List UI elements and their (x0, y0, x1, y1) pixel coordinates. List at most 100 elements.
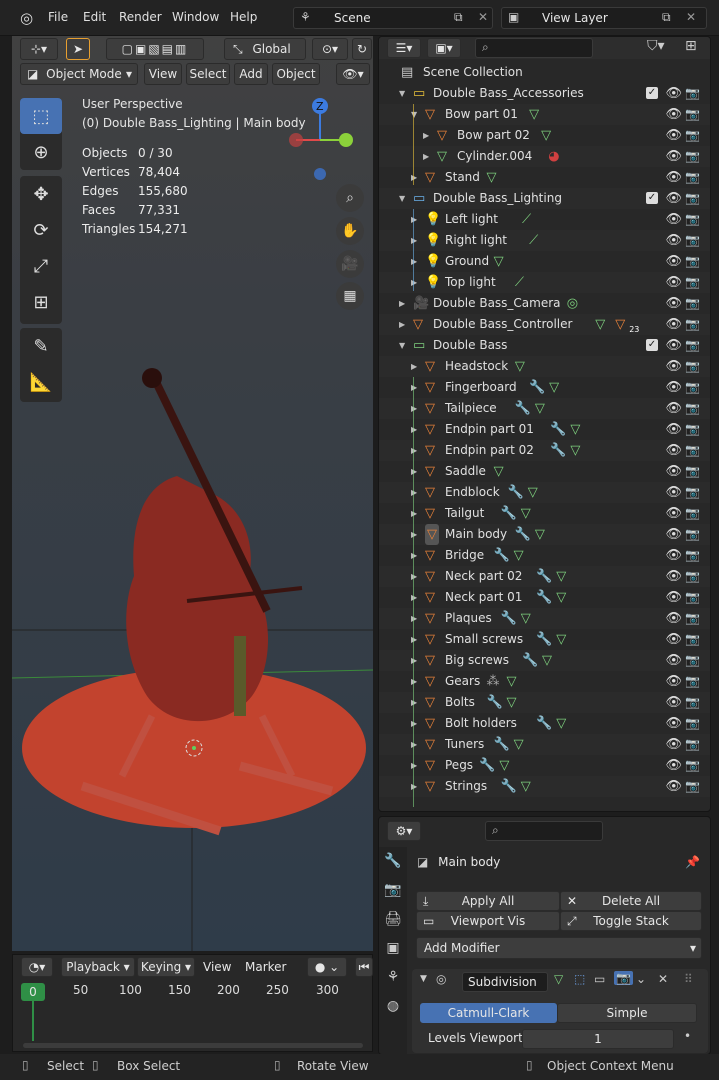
exclude-checkbox[interactable]: ✓ (646, 192, 658, 204)
visibility-dropdown[interactable]: 👁▾ (336, 63, 370, 85)
outliner-object-row[interactable]: ▶ ▽ Endpin part 01 🔧 ▽ 👁 📷 (379, 419, 710, 440)
modifier-wrench-icon[interactable]: 🔧 (536, 629, 552, 650)
select-tool-button[interactable]: ➤ (66, 38, 90, 60)
menu-window[interactable]: Window (172, 10, 219, 24)
render-camera-icon[interactable]: 📷 (685, 755, 700, 776)
outliner-object-row[interactable]: ▶ ▽ Fingerboard 🔧 ▽ 👁 📷 (379, 377, 710, 398)
collapse-arrow-icon[interactable]: ▶ (411, 776, 417, 797)
render-camera-icon[interactable]: 📷 (685, 524, 700, 545)
outliner-object-row[interactable]: ▶ ▽ Pegs 🔧 ▽ 👁 📷 (379, 755, 710, 776)
eye-icon[interactable]: 👁 (665, 125, 682, 146)
mesh-data-icon[interactable]: ⟋ (515, 272, 524, 293)
menu-render[interactable]: Render (119, 10, 162, 24)
view-layer-selector[interactable]: ▣ View Layer ⧉ ✕ (501, 7, 707, 29)
modifier-wrench-icon[interactable]: 🔧 (529, 377, 545, 398)
remove-modifier-icon[interactable]: ✕ (658, 972, 668, 986)
modifier-wrench-icon[interactable]: 🔧 (501, 776, 517, 797)
outliner-object-row[interactable]: ▶ ▽ Tailgut 🔧 ▽ 👁 📷 (379, 503, 710, 524)
render-toggle-icon[interactable]: 📷 (614, 971, 633, 985)
levels-viewport-field[interactable]: 1 (522, 1029, 674, 1049)
mesh-data-icon[interactable]: ▽ (556, 629, 566, 650)
close-icon[interactable]: ✕ (478, 10, 488, 24)
transform-orientation-dropdown[interactable]: ⤡ Global (224, 38, 306, 60)
render-camera-icon[interactable]: 📷 (685, 482, 700, 503)
render-camera-icon[interactable]: 📷 (685, 629, 700, 650)
eye-icon[interactable]: 👁 (665, 209, 682, 230)
render-camera-icon[interactable]: 📷 (685, 356, 700, 377)
collapse-arrow-icon[interactable]: ▶ (399, 293, 405, 314)
outliner-object-row[interactable]: ▶ ▽ Strings 🔧 ▽ 👁 📷 (379, 776, 710, 797)
menu-edit[interactable]: Edit (83, 10, 106, 24)
mesh-data-icon[interactable]: ▽ (556, 713, 566, 734)
zoom-icon[interactable]: ⌕ (336, 184, 364, 212)
mesh-data-icon[interactable]: ▽ (529, 104, 539, 125)
mesh-data-icon[interactable]: ▽ (487, 167, 497, 188)
eye-icon[interactable]: 👁 (665, 104, 682, 125)
outliner-object-row[interactable]: ▶ ▽ Endblock 🔧 ▽ 👁 📷 (379, 482, 710, 503)
outliner-object-row[interactable]: ▶ ▽ Gears ⁂ ▽ 👁 📷 (379, 671, 710, 692)
mesh-data-icon[interactable]: ▽ (507, 671, 517, 692)
eye-icon[interactable]: 👁 (665, 671, 682, 692)
grid-ortho-icon[interactable]: ▦ (336, 282, 364, 310)
render-camera-icon[interactable]: 📷 (685, 692, 700, 713)
modifier-wrench-icon[interactable]: 🔧 (494, 734, 510, 755)
exclude-checkbox[interactable]: ✓ (646, 87, 658, 99)
select-box-tool-icon[interactable]: ⬚ (20, 98, 62, 134)
add-modifier-dropdown[interactable]: Add Modifier ▾ (416, 937, 702, 959)
expand-arrow-icon[interactable]: ▼ (399, 188, 405, 209)
eye-icon[interactable]: 👁 (665, 440, 682, 461)
modifier-wrench-icon[interactable]: 🔧 (487, 692, 503, 713)
expand-arrow-icon[interactable]: ▼ (399, 335, 405, 356)
collapse-arrow-icon[interactable]: ▶ (411, 419, 417, 440)
eye-icon[interactable]: 👁 (665, 650, 682, 671)
eye-icon[interactable]: 👁 (665, 776, 682, 797)
view-layer-tab-icon[interactable]: ▣ (379, 934, 407, 963)
outliner-object-row[interactable]: ▶ ▽ Endpin part 02 🔧 ▽ 👁 📷 (379, 440, 710, 461)
eye-icon[interactable]: 👁 (665, 167, 682, 188)
menu-marker[interactable]: Marker (245, 960, 286, 974)
timeline-editor-type-button[interactable]: ◔▾ (21, 957, 53, 977)
render-camera-icon[interactable]: 📷 (685, 713, 700, 734)
render-camera-icon[interactable]: 📷 (685, 650, 700, 671)
modifier-wrench-icon[interactable]: 🔧 (522, 650, 538, 671)
outliner-object-row[interactable]: ▶ ▽ Tailpiece 🔧 ▽ 👁 📷 (379, 398, 710, 419)
eye-icon[interactable]: 👁 (665, 293, 682, 314)
render-camera-icon[interactable]: 📷 (685, 83, 700, 104)
eye-icon[interactable]: 👁 (665, 503, 682, 524)
collapse-arrow-icon[interactable]: ▶ (411, 713, 417, 734)
collapse-arrow-icon[interactable]: ▶ (423, 125, 429, 146)
eye-icon[interactable]: 👁 (665, 251, 682, 272)
object-mode-dropdown[interactable]: ◪ Object Mode ▾ (20, 63, 138, 85)
camera-view-icon[interactable]: 🎥 (336, 250, 364, 278)
eye-icon[interactable]: 👁 (665, 629, 682, 650)
modifier-wrench-icon[interactable]: 🔧 (536, 713, 552, 734)
collapse-arrow-icon[interactable]: ▶ (411, 461, 417, 482)
render-camera-icon[interactable]: 📷 (685, 776, 700, 797)
menu-keying[interactable]: Keying ▾ (137, 957, 195, 977)
tool-tab-icon[interactable]: 🔧 (379, 847, 407, 876)
outliner-object-row[interactable]: ▶ ▽ Bolt holders 🔧 ▽ 👁 📷 (379, 713, 710, 734)
mesh-data-icon[interactable]: ⁂ (487, 671, 500, 692)
collapse-arrow-icon[interactable]: ▶ (411, 734, 417, 755)
render-camera-icon[interactable]: 📷 (685, 125, 700, 146)
outliner-object-row[interactable]: ▶ 💡 Right light ⟋ 👁 📷 (379, 230, 710, 251)
render-camera-icon[interactable]: 📷 (685, 587, 700, 608)
eye-icon[interactable]: 👁 (665, 545, 682, 566)
collapse-arrow-icon[interactable]: ▶ (411, 545, 417, 566)
outliner-object-row[interactable]: ▶ ▽ Plaques 🔧 ▽ 👁 📷 (379, 608, 710, 629)
outliner-object-row[interactable]: ▶ 💡 Left light ⟋ 👁 📷 (379, 209, 710, 230)
eye-icon[interactable]: 👁 (665, 356, 682, 377)
outliner-object-row[interactable]: ▶ 💡 Top light ⟋ 👁 📷 (379, 272, 710, 293)
eye-icon[interactable]: 👁 (665, 419, 682, 440)
eye-icon[interactable]: 👁 (665, 461, 682, 482)
toggle-stack-button[interactable]: ⤢ Toggle Stack (560, 911, 702, 931)
modifier-name-input[interactable]: Subdivision (462, 972, 548, 992)
delete-all-button[interactable]: ✕ Delete All (560, 891, 702, 911)
mesh-data-icon[interactable]: ▽ (570, 440, 580, 461)
mesh-data-icon[interactable]: ▽ (514, 734, 524, 755)
modifier-wrench-icon[interactable]: 🔧 (501, 608, 517, 629)
eye-icon[interactable]: 👁 (665, 335, 682, 356)
outliner-collection-row[interactable]: ▼ ▭ Double Bass_Lighting ✓ 👁 📷 (379, 188, 710, 209)
mesh-data-icon[interactable]: ▽ (521, 776, 531, 797)
collapse-arrow-icon[interactable]: ▶ (411, 671, 417, 692)
